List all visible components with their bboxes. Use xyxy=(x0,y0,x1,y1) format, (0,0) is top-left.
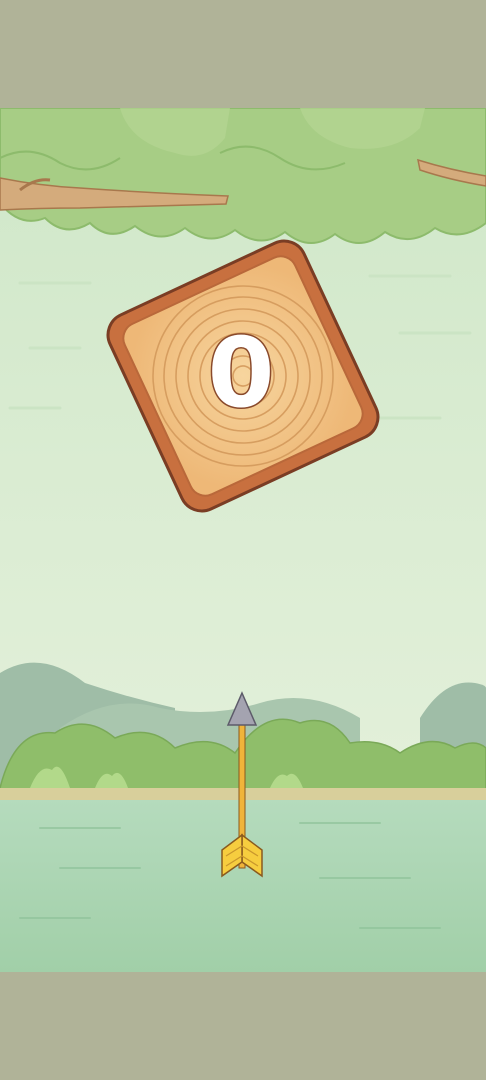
letterbox-top xyxy=(0,0,486,108)
tree-canopy xyxy=(0,108,486,244)
letterbox-bottom xyxy=(0,972,486,1080)
game-area[interactable]: 0 xyxy=(0,108,486,972)
game-scene: 0 xyxy=(0,108,486,972)
score-display: 0 xyxy=(208,317,275,429)
